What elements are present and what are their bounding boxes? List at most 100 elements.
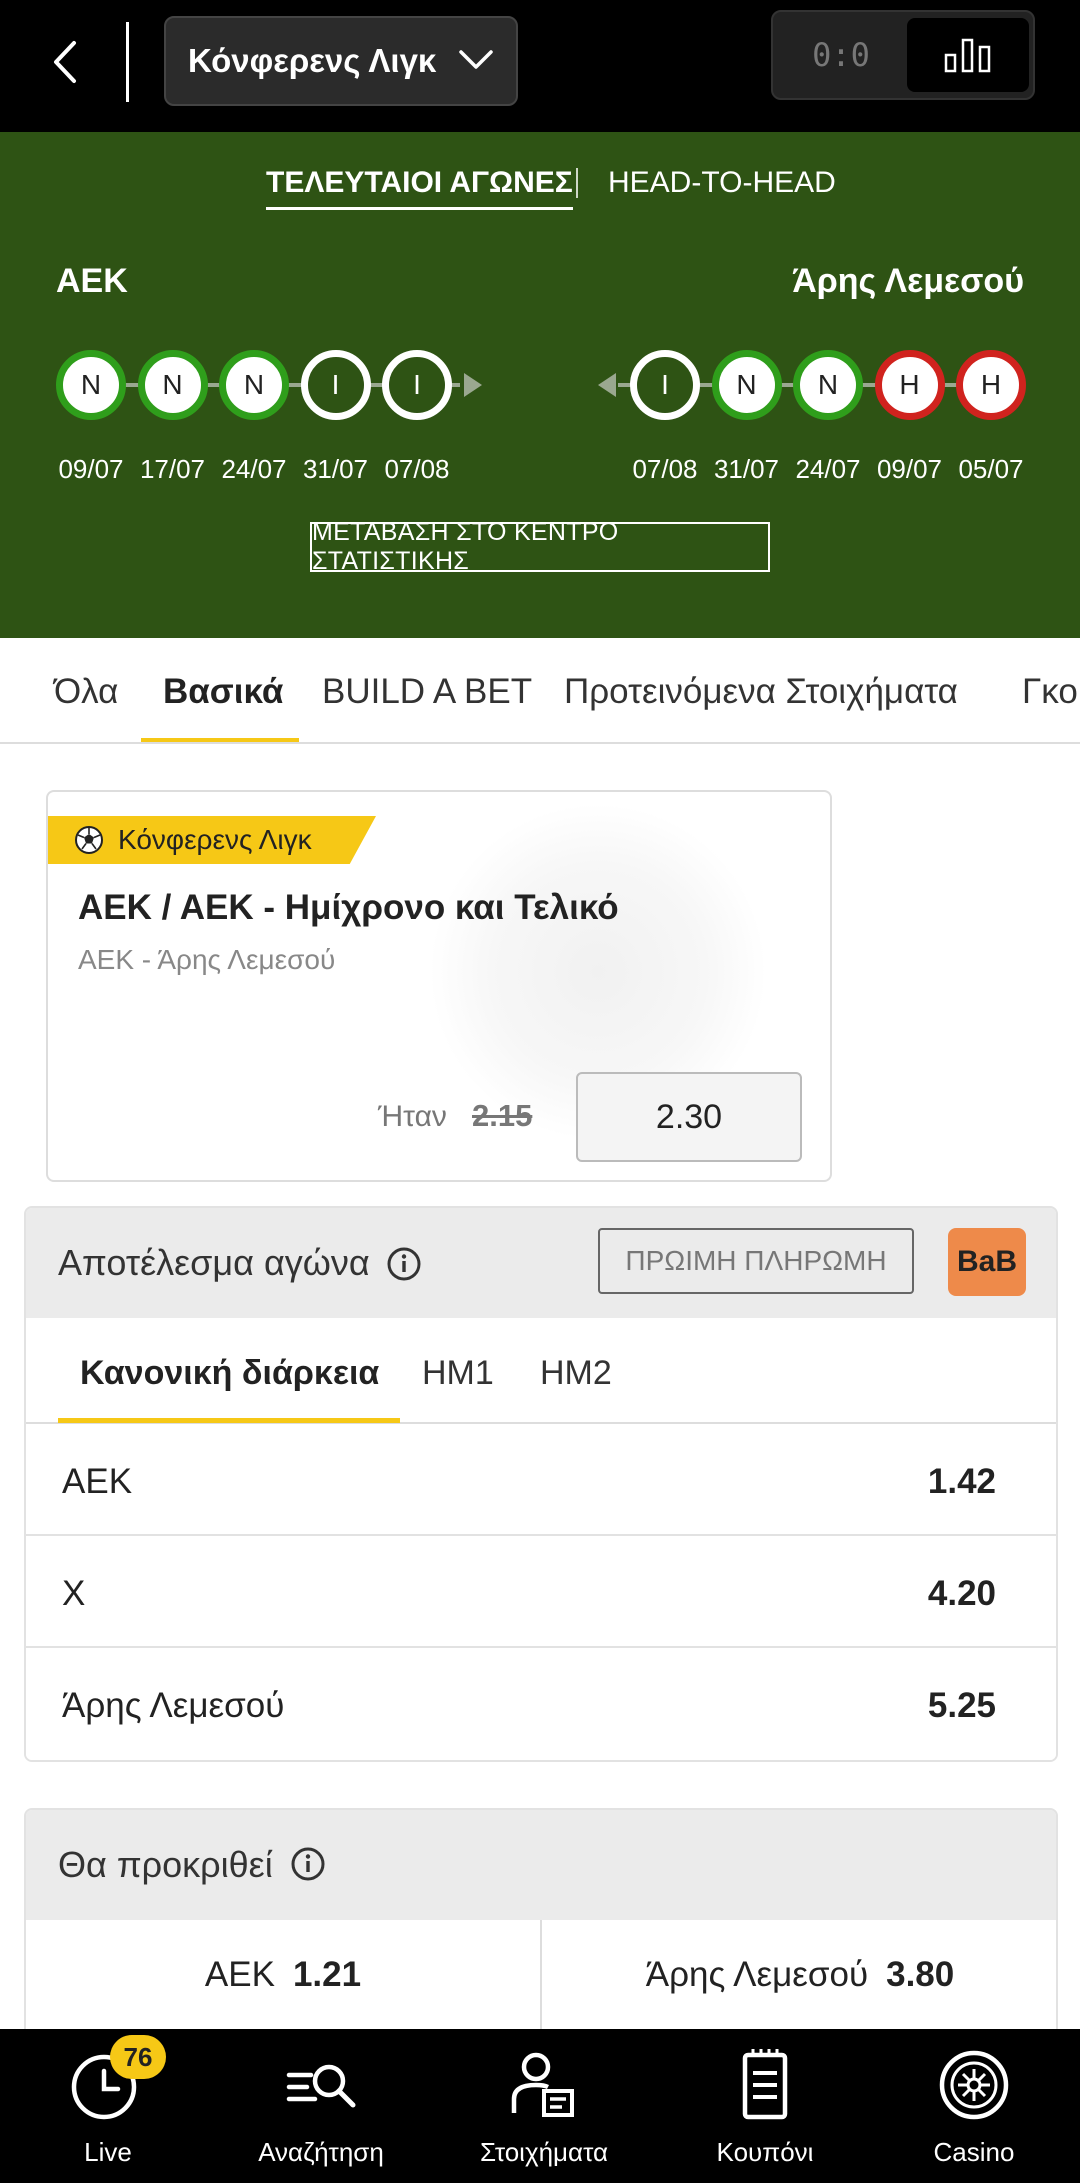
tab-separator [576, 168, 578, 198]
form-date: 09/07 [58, 454, 124, 484]
to-qualify-market: Θα προκριθεί ΑΕΚ 1.21 Άρης Λεμεσού 3.80 [24, 1808, 1058, 2029]
home-form-row: NNNII [56, 350, 482, 420]
qualify-option-home[interactable]: ΑΕΚ 1.21 [26, 1920, 540, 2029]
form-result-draw: I [382, 350, 452, 420]
football-icon [75, 826, 103, 854]
form-date: 07/08 [632, 454, 698, 484]
form-result-win: N [711, 350, 782, 420]
info-icon[interactable] [386, 1246, 422, 1282]
form-date: 17/07 [139, 454, 206, 484]
form-date: 24/07 [221, 454, 287, 484]
nav-betslip[interactable]: Κουπόνι [657, 2029, 873, 2183]
nav-casino[interactable]: Casino [866, 2029, 1080, 2183]
stats-toggle-button[interactable] [907, 18, 1029, 92]
away-form-row: INNHH [598, 350, 1026, 420]
outcome-odds: 1.42 [927, 1462, 996, 1501]
qualify-option-away[interactable]: Άρης Λεμεσού 3.80 [542, 1920, 1056, 2029]
league-dropdown[interactable]: Κόνφερενς Λιγκ [164, 16, 518, 106]
away-team-name: Άρης Λεμεσού [792, 262, 1024, 300]
active-tab-indicator [141, 738, 299, 742]
tab-suggested-bets[interactable]: Προτεινόμενα Στοιχήματα [564, 672, 958, 712]
outcome-row-draw[interactable]: Χ 4.20 [26, 1536, 1056, 1648]
arrow-right-icon [464, 373, 482, 397]
form-result-draw: I [300, 350, 371, 420]
tab-build-a-bet[interactable]: BUILD A BET [322, 672, 532, 712]
tab-regular-time[interactable]: Κανονική διάρκεια [80, 1354, 379, 1393]
tab-head-to-head[interactable]: HEAD-TO-HEAD [608, 166, 836, 200]
arrow-left-icon [598, 373, 616, 397]
nav-label: Αναζήτηση [258, 2137, 384, 2167]
tab-second-half[interactable]: ΗΜ2 [540, 1354, 612, 1393]
betslip-icon [742, 2049, 788, 2120]
form-result-draw: I [630, 350, 700, 420]
league-tag: Κόνφερενς Λιγκ [48, 816, 376, 864]
league-dropdown-label: Κόνφερενς Λιγκ [188, 42, 437, 79]
bottom-navigation: 76 Live Αναζήτηση Στοιχήματα Κουπόνι Cas… [0, 2029, 1080, 2183]
roulette-icon [939, 2050, 1009, 2120]
tab-main[interactable]: Βασικά [163, 672, 283, 712]
option-label: ΑΕΚ [204, 1955, 275, 1994]
nav-label: Casino [933, 2137, 1015, 2167]
market-title: Θα προκριθεί [58, 1844, 273, 1885]
bab-badge[interactable]: BaB [948, 1228, 1026, 1296]
tab-first-half[interactable]: ΗΜ1 [422, 1354, 494, 1393]
market-header: Αποτέλεσμα αγώνα ΠΡΩΙΜΗ ΠΛΗΡΩΜΗ BaB [26, 1208, 1056, 1318]
outcome-row-away[interactable]: Άρης Λεμεσού 5.25 [26, 1648, 1056, 1760]
form-result-loss: H [956, 350, 1026, 420]
form-stats-panel: ΤΕΛΕΥΤΑΙΟΙ ΑΓΩΝΕΣ HEAD-TO-HEAD ΑΕΚ Άρης … [0, 132, 1080, 638]
app-root: Κόνφερενς Λιγκ 0:0 ΤΕΛΕΥΤΑΙΟΙ ΑΓΩΝΕΣ HEA… [0, 0, 1080, 2183]
promo-title: ΑΕΚ / ΑΕΚ - Ημίχρονο και Τελικό [78, 888, 619, 927]
tab-goals[interactable]: Γκο [1022, 672, 1078, 712]
home-team-name: ΑΕΚ [56, 262, 128, 300]
nav-label: Live [84, 2137, 132, 2167]
form-result-win: N [137, 350, 208, 420]
tab-all[interactable]: Όλα [54, 672, 118, 712]
market-title: Αποτέλεσμα αγώνα [58, 1242, 370, 1283]
form-date: 07/08 [384, 454, 450, 484]
form-date: 09/07 [876, 454, 943, 484]
promo-match: ΑΕΚ - Άρης Λεμεσού [78, 944, 336, 975]
form-date: 24/07 [795, 454, 861, 484]
form-date: 31/07 [713, 454, 780, 484]
was-label: Ήταν [378, 1100, 447, 1133]
period-tabs: Κανονική διάρκεια ΗΜ1 ΗΜ2 [26, 1318, 1056, 1424]
info-icon[interactable] [290, 1846, 326, 1882]
nav-live[interactable]: 76 Live [0, 2029, 216, 2183]
nav-my-bets[interactable]: Στοιχήματα [436, 2029, 652, 2183]
live-count-badge: 76 [110, 2035, 166, 2079]
scoreboard-icon: 0:0 [812, 36, 870, 74]
bar-chart-icon [944, 38, 991, 73]
top-divider [126, 22, 129, 102]
nav-search[interactable]: Αναζήτηση [213, 2029, 429, 2183]
form-result-win: N [56, 350, 126, 420]
league-tag-label: Κόνφερενς Λιγκ [118, 824, 312, 855]
old-odds: 2.15 [472, 1098, 533, 1133]
outcome-label: Χ [62, 1574, 86, 1613]
option-odds: 1.21 [292, 1955, 362, 1994]
stats-center-button[interactable]: ΜΕΤΑΒΑΣΗ ΣΤΟ ΚΕΝΤΡΟ ΣΤΑΤΙΣΤΙΚΗΣ [310, 518, 770, 575]
form-date: 31/07 [302, 454, 369, 484]
nav-label: Στοιχήματα [479, 2137, 609, 2167]
outcome-odds: 5.25 [927, 1686, 996, 1725]
outcome-row-home[interactable]: ΑΕΚ 1.42 [26, 1424, 1056, 1536]
tab-last-matches[interactable]: ΤΕΛΕΥΤΑΙΟΙ ΑΓΩΝΕΣ [266, 166, 573, 210]
back-button[interactable] [40, 30, 90, 94]
home-form-dates: 09/07 17/07 24/07 31/07 07/08 [56, 454, 482, 486]
option-label: Άρης Λεμεσού [645, 1955, 869, 1994]
outcome-label: Άρης Λεμεσού [62, 1686, 285, 1725]
search-list-icon [286, 2064, 356, 2108]
market-header: Θα προκριθεί [26, 1810, 1056, 1920]
outcome-odds: 4.20 [927, 1574, 996, 1613]
form-date: 05/07 [958, 454, 1024, 484]
promo-odds-button[interactable]: 2.30 [576, 1072, 802, 1162]
view-toggle: 0:0 [771, 10, 1035, 100]
away-form-dates: 07/08 31/07 24/07 09/07 05/07 [598, 454, 1024, 486]
nav-label: Κουπόνι [716, 2137, 814, 2167]
early-payout-button[interactable]: ΠΡΩΙΜΗ ΠΛΗΡΩΜΗ [598, 1228, 914, 1294]
option-odds: 3.80 [886, 1955, 955, 1994]
content-area: Κόνφερενς Λιγκ ΑΕΚ / ΑΕΚ - Ημίχρονο και … [0, 744, 1080, 2029]
user-bets-icon [511, 2052, 574, 2117]
chevron-down-icon [459, 50, 493, 69]
active-subtab-indicator [58, 1418, 400, 1423]
scoreboard-toggle-button[interactable]: 0:0 [779, 18, 903, 92]
